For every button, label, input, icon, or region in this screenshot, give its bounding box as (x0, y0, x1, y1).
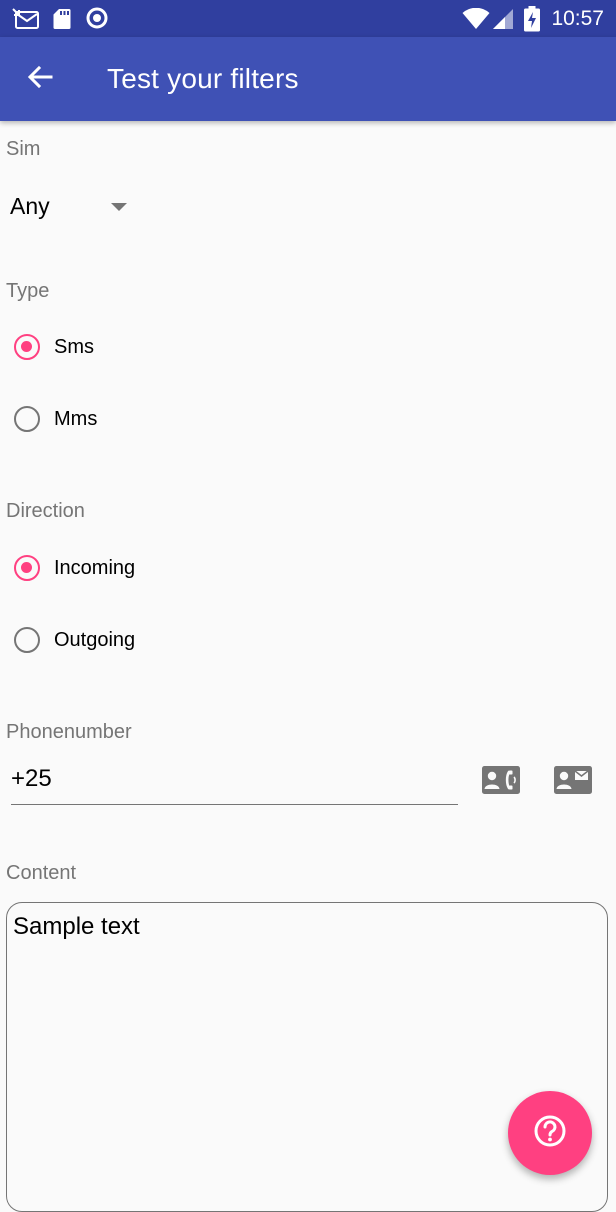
phonenumber-value: +25 (11, 765, 52, 792)
battery-charging-icon (524, 6, 540, 37)
status-time: 10:57 (551, 7, 604, 30)
content-value: Sample text (13, 913, 140, 940)
sim-selected-value: Any (10, 193, 50, 219)
sync-circle-icon (86, 7, 108, 34)
sim-label: Sim (6, 138, 41, 160)
radio-label: Outgoing (54, 628, 136, 651)
help-fab-button[interactable] (508, 1091, 592, 1175)
page-title: Test your filters (107, 63, 299, 94)
content-label: Content (6, 862, 77, 884)
content-textarea[interactable]: Sample text (6, 902, 608, 1212)
contact-phone-icon (482, 765, 520, 799)
direction-label: Direction (6, 500, 85, 522)
radio-unchecked-icon (14, 627, 40, 653)
status-bar: 10:57 (0, 0, 616, 37)
radio-type-mms[interactable]: Mms (12, 399, 97, 439)
app-bar: Test your filters (0, 37, 616, 121)
phonenumber-input[interactable]: +25 (11, 760, 458, 805)
phonenumber-label: Phonenumber (6, 721, 132, 743)
radio-label: Incoming (54, 556, 136, 579)
pick-contact-mail-button[interactable] (551, 762, 595, 802)
back-button[interactable] (18, 57, 62, 101)
sd-card-icon (53, 8, 71, 35)
radio-direction-outgoing[interactable]: Outgoing (12, 620, 135, 660)
signal-icon (491, 8, 515, 35)
contact-mail-icon (554, 765, 592, 799)
type-label: Type (6, 280, 50, 302)
radio-checked-icon (14, 334, 40, 360)
pick-contact-phone-button[interactable] (479, 762, 523, 802)
sim-spinner[interactable]: Any (10, 190, 140, 226)
wifi-icon (462, 7, 490, 35)
radio-type-sms[interactable]: Sms (12, 327, 94, 367)
arrow-back-icon (27, 64, 53, 95)
radio-checked-icon (14, 555, 40, 581)
help-icon (532, 1113, 568, 1154)
radio-label: Sms (54, 335, 94, 358)
radio-label: Mms (54, 407, 98, 430)
radio-direction-incoming[interactable]: Incoming (12, 548, 135, 588)
missed-message-icon (12, 8, 40, 35)
radio-unchecked-icon (14, 406, 40, 432)
dropdown-arrow-icon (111, 203, 127, 211)
